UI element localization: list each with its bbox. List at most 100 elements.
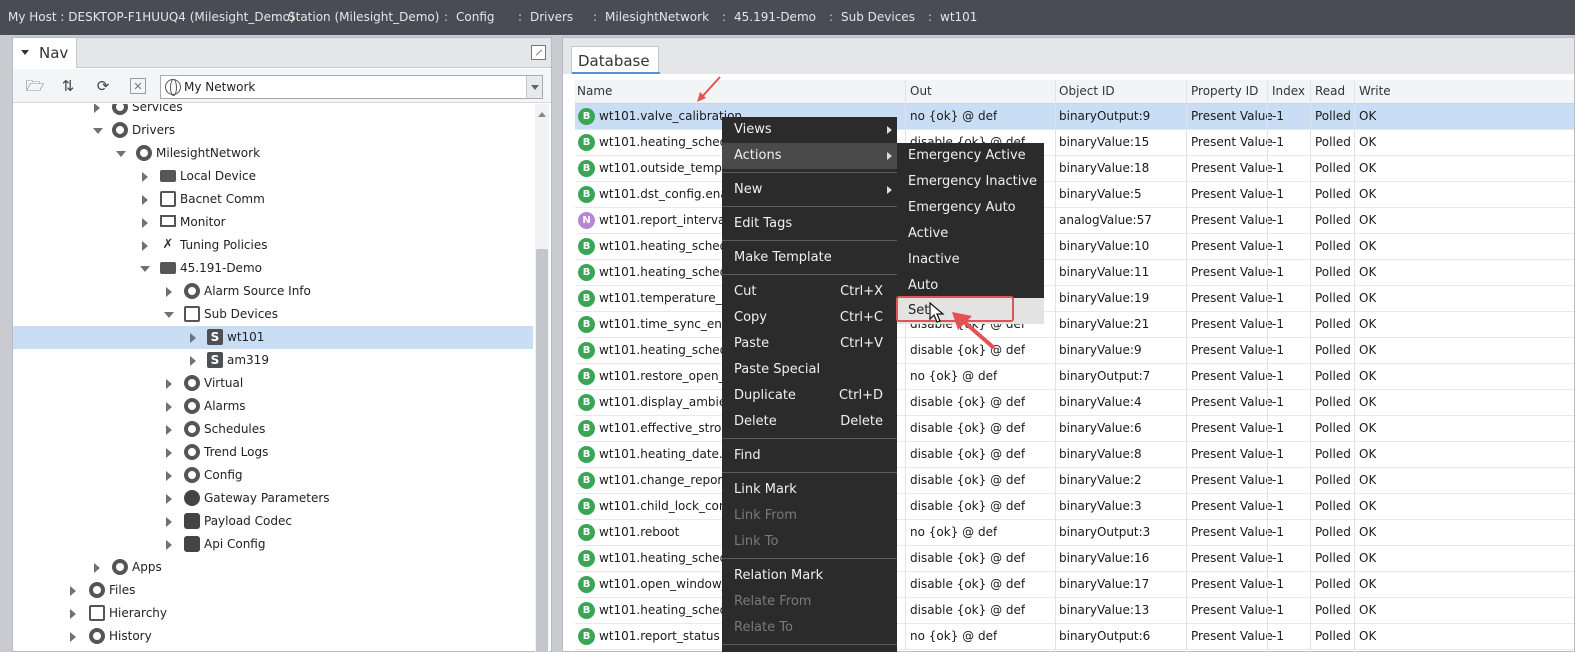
collapse-icon[interactable] bbox=[164, 312, 174, 318]
tree-node-alarms[interactable]: Alarms bbox=[13, 395, 533, 418]
expand-icon[interactable] bbox=[166, 494, 172, 504]
breadcrumb-device[interactable]: 45.191-Demo bbox=[734, 10, 816, 24]
column-divider[interactable] bbox=[1267, 80, 1268, 652]
breadcrumb-subdevices[interactable]: Sub Devices bbox=[841, 10, 915, 24]
column-divider[interactable] bbox=[1310, 80, 1311, 652]
tree-node-local-device[interactable]: Local Device bbox=[13, 165, 533, 188]
col-objectid-header[interactable]: Object ID bbox=[1059, 84, 1115, 98]
tree-node-bacnet-comm[interactable]: Bacnet Comm bbox=[13, 188, 533, 211]
tree-node-sub-devices[interactable]: Sub Devices bbox=[13, 303, 533, 326]
breadcrumb-station[interactable]: Station (Milesight_Demo) bbox=[288, 10, 439, 24]
breadcrumb-network[interactable]: MilesightNetwork bbox=[605, 10, 709, 24]
tree-node-tuning-policies[interactable]: ✗ Tuning Policies bbox=[13, 234, 533, 257]
expand-icon[interactable] bbox=[142, 172, 148, 182]
menu-item-actions[interactable]: Actions bbox=[722, 143, 897, 169]
tree-node-apps[interactable]: Apps bbox=[13, 556, 533, 579]
col-write-header[interactable]: Write bbox=[1359, 84, 1391, 98]
menu-item-new[interactable]: New bbox=[722, 177, 897, 203]
collapse-icon[interactable] bbox=[93, 128, 103, 134]
menu-item-copy[interactable]: Copy Ctrl+C bbox=[722, 305, 897, 331]
tree-node-api-config[interactable]: Api Config bbox=[13, 533, 533, 556]
menu-item-views[interactable]: Views bbox=[722, 117, 897, 143]
menu-item-paste[interactable]: Paste Ctrl+V bbox=[722, 331, 897, 357]
col-out-header[interactable]: Out bbox=[910, 84, 932, 98]
refresh-icon[interactable]: ⟳ bbox=[93, 76, 113, 96]
action-emergency-auto[interactable]: Emergency Auto bbox=[897, 195, 1044, 221]
tree-node-config[interactable]: Config bbox=[13, 464, 533, 487]
expand-icon[interactable] bbox=[190, 333, 196, 343]
tree-node-drivers[interactable]: Drivers bbox=[13, 119, 533, 142]
expand-icon[interactable] bbox=[142, 195, 148, 205]
tree-node-virtual[interactable]: Virtual bbox=[13, 372, 533, 395]
tree-node-trend-logs[interactable]: Trend Logs bbox=[13, 441, 533, 464]
action-inactive[interactable]: Inactive bbox=[897, 247, 1044, 273]
column-divider[interactable] bbox=[1354, 80, 1355, 652]
expand-icon[interactable] bbox=[166, 402, 172, 412]
expand-icon[interactable] bbox=[166, 540, 172, 550]
menu-item-cut[interactable]: Cut Ctrl+X bbox=[722, 279, 897, 305]
breadcrumb-host[interactable]: My Host : DESKTOP-F1HUUQ4 (Milesight_Dem… bbox=[8, 10, 295, 24]
menu-item-make-template[interactable]: Make Template bbox=[722, 245, 897, 271]
breadcrumb-wt101[interactable]: wt101 bbox=[940, 10, 977, 24]
expand-icon[interactable] bbox=[94, 563, 100, 573]
expand-icon[interactable] bbox=[166, 448, 172, 458]
breadcrumb-config[interactable]: Config bbox=[456, 10, 495, 24]
menu-item-paste-special[interactable]: Paste Special bbox=[722, 357, 897, 383]
collapse-icon[interactable] bbox=[116, 151, 126, 157]
action-emergency-inactive[interactable]: Emergency Inactive bbox=[897, 169, 1044, 195]
tree-node-monitor[interactable]: Monitor bbox=[13, 211, 533, 234]
col-index-header[interactable]: Index bbox=[1272, 84, 1305, 98]
col-read-header[interactable]: Read bbox=[1315, 84, 1345, 98]
tree-node-45191-demo[interactable]: 45.191-Demo bbox=[13, 257, 533, 280]
menu-item-link-mark[interactable]: Link Mark bbox=[722, 477, 897, 503]
sync-arrows-icon[interactable]: ⇅ bbox=[58, 76, 78, 96]
expand-icon[interactable] bbox=[70, 632, 76, 642]
breadcrumb-drivers[interactable]: Drivers bbox=[530, 10, 573, 24]
tree-node-services[interactable]: Services bbox=[13, 104, 533, 119]
tree-node-gateway-parameters[interactable]: Gateway Parameters bbox=[13, 487, 533, 510]
col-name-header[interactable]: Name bbox=[577, 84, 612, 98]
scrollbar-thumb[interactable] bbox=[536, 249, 548, 652]
expand-icon[interactable] bbox=[166, 425, 172, 435]
tab-database[interactable]: Database bbox=[571, 46, 660, 74]
close-icon[interactable]: ✕ bbox=[130, 78, 146, 94]
menu-item-relation-mark[interactable]: Relation Mark bbox=[722, 563, 897, 589]
menu-item-duplicate[interactable]: Duplicate Ctrl+D bbox=[722, 383, 897, 409]
expand-icon[interactable] bbox=[70, 586, 76, 596]
tree-node-history[interactable]: History bbox=[13, 625, 533, 648]
collapse-icon[interactable] bbox=[140, 266, 150, 272]
root-select[interactable]: My Network bbox=[160, 75, 543, 99]
col-property-header[interactable]: Property ID bbox=[1191, 84, 1258, 98]
tree-node-wt101[interactable]: S wt101 bbox=[13, 326, 533, 349]
expand-icon[interactable] bbox=[166, 471, 172, 481]
menu-item-edit-tags[interactable]: Edit Tags bbox=[722, 211, 897, 237]
tree-node-hierarchy[interactable]: Hierarchy bbox=[13, 602, 533, 625]
expand-icon[interactable] bbox=[70, 609, 76, 619]
expand-icon[interactable] bbox=[166, 287, 172, 297]
tree-node-files[interactable]: Files bbox=[13, 579, 533, 602]
new-folder-icon[interactable]: 🗁 bbox=[25, 76, 45, 96]
tree-node-milesightnetwork[interactable]: MilesightNetwork bbox=[13, 142, 533, 165]
column-divider[interactable] bbox=[1055, 80, 1056, 652]
menu-item-delete[interactable]: Delete Delete bbox=[722, 409, 897, 435]
tree-node-alarm-source-info[interactable]: Alarm Source Info bbox=[13, 280, 533, 303]
expand-icon[interactable] bbox=[94, 104, 100, 113]
action-emergency-active[interactable]: Emergency Active bbox=[897, 143, 1044, 169]
scroll-up-icon[interactable] bbox=[538, 112, 546, 117]
menu-item-find[interactable]: Find bbox=[722, 443, 897, 469]
expand-icon[interactable] bbox=[142, 241, 148, 251]
expand-icon[interactable] bbox=[166, 379, 172, 389]
nav-scrollbar[interactable] bbox=[535, 104, 549, 652]
chevron-down-icon[interactable] bbox=[526, 76, 542, 98]
expand-icon[interactable] bbox=[142, 218, 148, 228]
maximize-icon[interactable] bbox=[531, 45, 546, 60]
column-divider[interactable] bbox=[1186, 80, 1187, 652]
tree-node-payload-codec[interactable]: Payload Codec bbox=[13, 510, 533, 533]
tab-nav[interactable]: Nav bbox=[13, 38, 77, 68]
tab-menu-icon[interactable] bbox=[21, 50, 29, 55]
tree-node-schedules[interactable]: Schedules bbox=[13, 418, 533, 441]
tree-node-am319[interactable]: S am319 bbox=[13, 349, 533, 372]
action-active[interactable]: Active bbox=[897, 221, 1044, 247]
expand-icon[interactable] bbox=[166, 517, 172, 527]
expand-icon[interactable] bbox=[190, 356, 196, 366]
